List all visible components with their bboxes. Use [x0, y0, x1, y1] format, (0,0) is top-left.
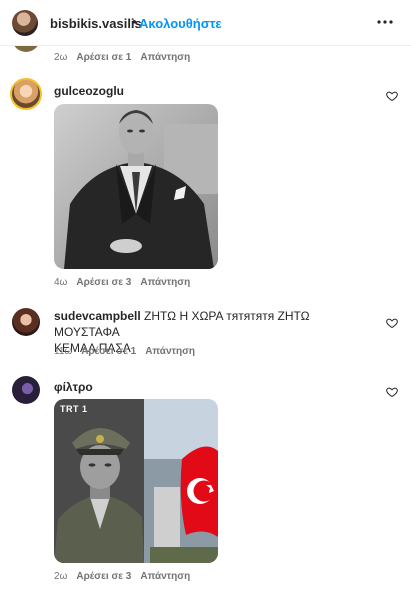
comment-time[interactable]: 2ω: [54, 571, 67, 582]
commenter-username[interactable]: φίλτρο: [54, 380, 93, 394]
comment-time[interactable]: 11ω: [54, 346, 72, 357]
comment-time[interactable]: 4ω: [54, 277, 67, 288]
reply-button[interactable]: Απάντηση: [140, 277, 190, 288]
like-heart-icon[interactable]: [386, 89, 398, 102]
comment-media-image[interactable]: [54, 104, 218, 269]
post-header: bisbikis.vasilis • Ακολουθήστε: [0, 0, 411, 46]
reply-button[interactable]: Απάντηση: [145, 346, 195, 357]
like-heart-icon[interactable]: [386, 385, 398, 398]
author-avatar[interactable]: [12, 10, 38, 36]
reply-button[interactable]: Απάντηση: [140, 571, 190, 582]
more-options-icon[interactable]: [376, 13, 394, 31]
likes-count[interactable]: Αρέσει σε 1: [76, 52, 131, 63]
author-username[interactable]: bisbikis.vasilis: [50, 16, 142, 31]
commenter-avatar[interactable]: [12, 376, 40, 404]
follow-button[interactable]: Ακολουθήστε: [139, 16, 222, 31]
reply-button[interactable]: Απάντηση: [140, 52, 190, 63]
commenter-username[interactable]: gulceozoglu: [54, 84, 124, 98]
likes-count[interactable]: Αρέσει σε 3: [76, 277, 131, 288]
commenter-avatar[interactable]: [12, 308, 40, 336]
comment-meta: 2ω Αρέσει σε 3 Απάντηση: [54, 571, 199, 582]
comment-time[interactable]: 2ω: [54, 52, 67, 63]
comment-meta: 11ω Αρέσει σε 1 Απάντηση: [54, 346, 204, 357]
commenter-avatar[interactable]: [10, 78, 42, 110]
likes-count[interactable]: Αρέσει σε 1: [81, 346, 136, 357]
like-heart-icon[interactable]: [386, 316, 398, 329]
separator-dot: •: [132, 14, 137, 29]
likes-count[interactable]: Αρέσει σε 3: [76, 571, 131, 582]
channel-badge: TRT 1: [60, 404, 88, 414]
comment-media-video[interactable]: TRT 1: [54, 399, 218, 563]
comment-meta: 4ω Αρέσει σε 3 Απάντηση: [54, 277, 199, 288]
commenter-username[interactable]: sudevcampbell: [54, 309, 141, 323]
comment-meta: 2ω Αρέσει σε 1 Απάντηση: [54, 52, 199, 63]
